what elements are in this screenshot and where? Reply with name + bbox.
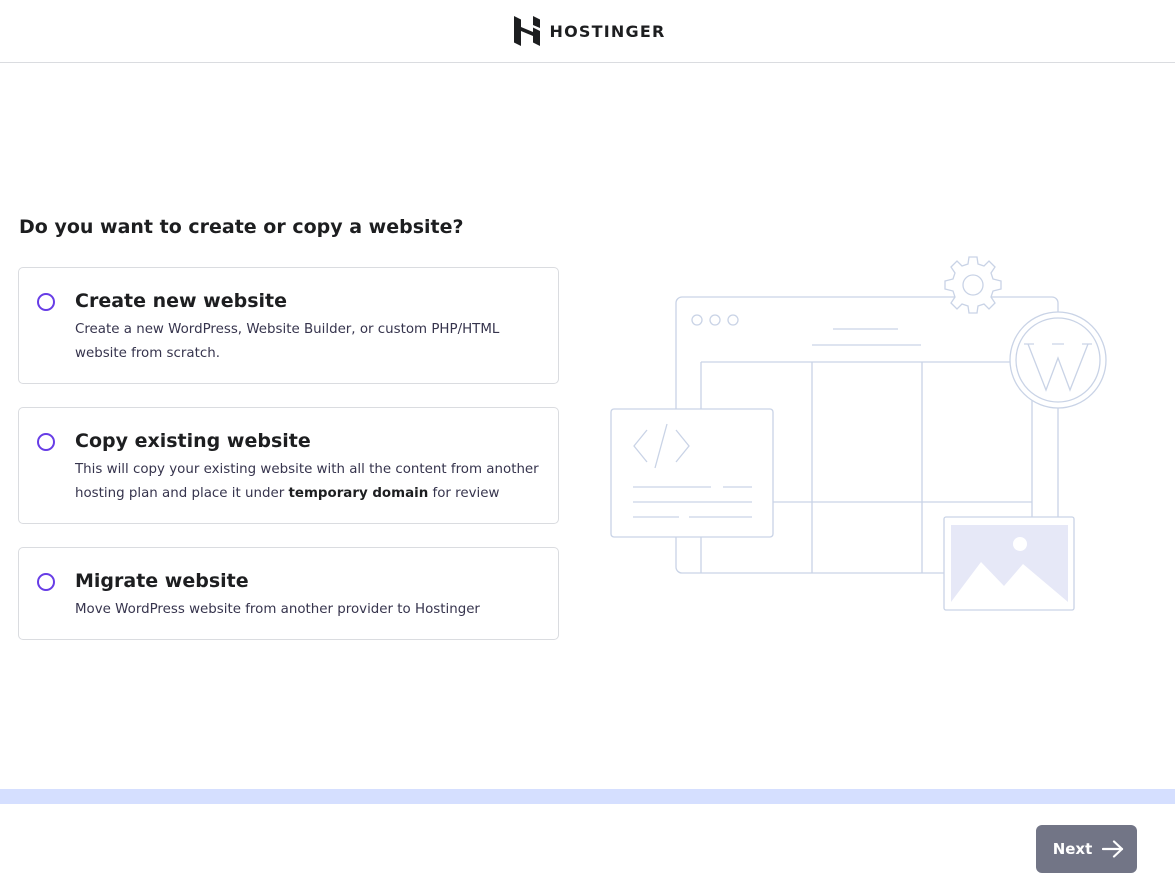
- radio-migrate-website[interactable]: [37, 573, 55, 591]
- page-question: Do you want to create or copy a website?: [19, 216, 464, 238]
- radio-copy-existing-website[interactable]: [37, 433, 55, 451]
- progress-track: [0, 789, 1175, 804]
- brand-wordmark: HOSTINGER: [549, 21, 666, 41]
- website-illustration: [610, 256, 1107, 611]
- option-copy-existing-website[interactable]: Copy existing website This will copy you…: [18, 407, 559, 524]
- option-migrate-website[interactable]: Migrate website Move WordPress website f…: [18, 547, 559, 640]
- arrow-right-icon: [1102, 840, 1124, 858]
- next-button[interactable]: Next: [1036, 825, 1137, 873]
- option-create-new-website[interactable]: Create new website Create a new WordPres…: [18, 267, 559, 384]
- hostinger-h-logo-icon: [513, 16, 540, 46]
- option-title: Copy existing website: [75, 430, 311, 452]
- top-bar: HOSTINGER: [0, 0, 1175, 63]
- next-button-label: Next: [1052, 840, 1093, 858]
- option-title: Migrate website: [75, 570, 249, 592]
- brand[interactable]: HOSTINGER: [513, 16, 666, 46]
- image-placeholder-icon: [943, 516, 1075, 611]
- temporary-domain-emphasis: temporary domain: [288, 486, 429, 501]
- option-description: Move WordPress website from another prov…: [75, 602, 480, 617]
- option-title: Create new website: [75, 290, 288, 312]
- radio-create-new-website[interactable]: [37, 293, 55, 311]
- wordpress-logo-icon: [1009, 311, 1107, 409]
- gear-icon: [944, 256, 1002, 314]
- page: HOSTINGER Do you want to create or copy …: [0, 0, 1175, 880]
- option-description: This will copy your existing website wit…: [75, 458, 550, 506]
- option-description: Create a new WordPress, Website Builder,…: [75, 322, 500, 361]
- code-brackets-icon: [610, 408, 774, 538]
- option-description-text: for review: [428, 486, 500, 501]
